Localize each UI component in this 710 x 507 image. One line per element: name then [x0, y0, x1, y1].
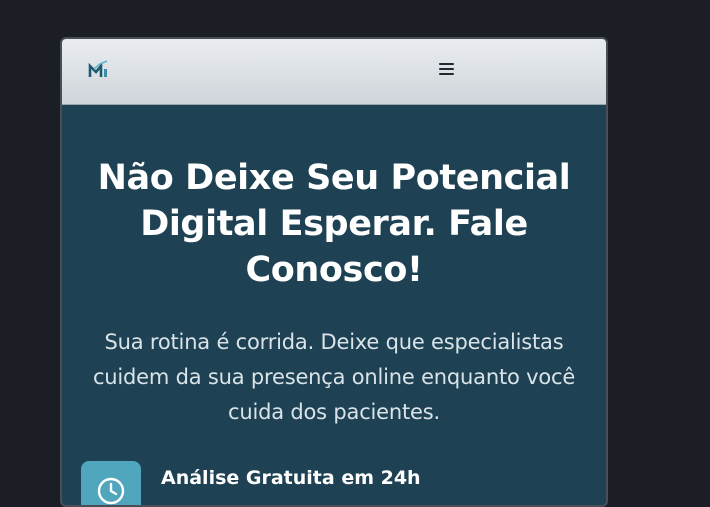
feature-title: Análise Gratuita em 24h	[161, 467, 421, 489]
hero-heading-line: Digital Esperar. Fale	[140, 204, 528, 244]
menu-bar	[439, 63, 454, 65]
menu-bar	[439, 73, 454, 75]
hero-description-line: cuida dos pacientes.	[228, 400, 440, 424]
hero-description-line: cuidem da sua presença online enquanto v…	[92, 365, 576, 389]
feature-icon-box	[81, 461, 141, 505]
hero-heading-line: Não Deixe Seu Potencial	[97, 158, 571, 198]
menu-bar	[439, 68, 454, 70]
feature-item: Análise Gratuita em 24h	[81, 461, 421, 505]
hero-description: Sua rotina é corrida. Deixe que especial…	[80, 325, 588, 430]
clock-icon	[97, 477, 125, 505]
mobile-preview-frame: Não Deixe Seu Potencial Digital Esperar.…	[60, 37, 608, 507]
hero-section: Não Deixe Seu Potencial Digital Esperar.…	[62, 105, 606, 505]
bar-chart-logo-icon[interactable]	[88, 60, 110, 80]
hamburger-menu-icon[interactable]	[439, 63, 454, 76]
hero-heading: Não Deixe Seu Potencial Digital Esperar.…	[92, 155, 576, 293]
hero-description-line: Sua rotina é corrida. Deixe que especial…	[104, 330, 564, 354]
hero-heading-line: Conosco!	[245, 250, 423, 290]
navbar	[62, 39, 606, 105]
window-top-indicator	[310, 0, 370, 4]
